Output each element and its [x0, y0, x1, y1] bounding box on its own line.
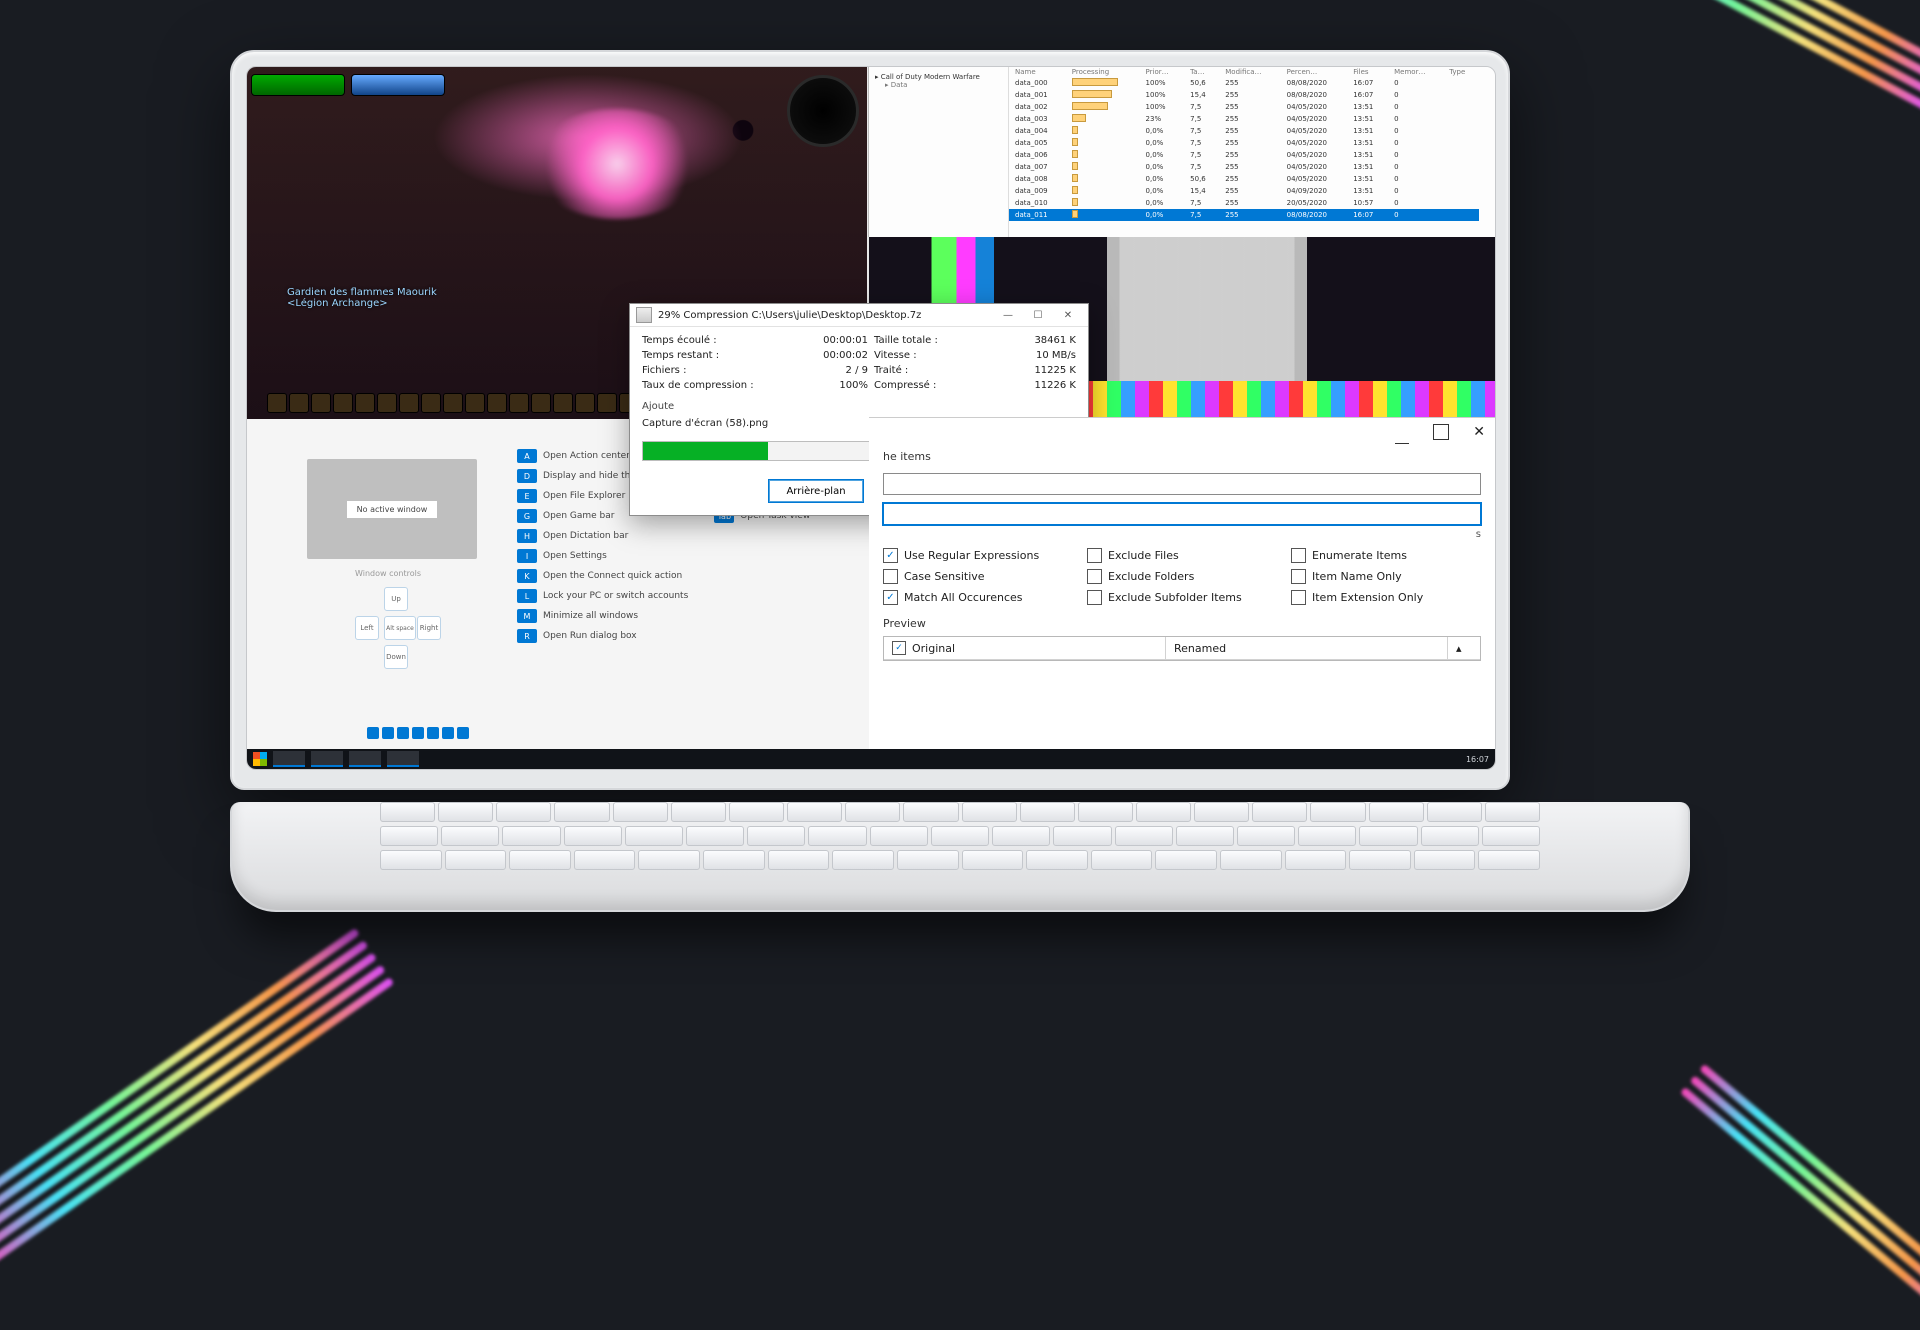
minimap	[787, 75, 859, 147]
laptop-base	[230, 802, 1690, 912]
maximize-button[interactable]: ☐	[1024, 306, 1052, 324]
col-original[interactable]: ✓Original	[884, 637, 1166, 659]
options-grid: Use Regular Expressions Exclude Files En…	[869, 540, 1495, 609]
decorative-streak	[0, 922, 398, 1276]
shortcut-item: IOpen Settings	[517, 549, 688, 563]
opt-name-only[interactable]: Item Name Only	[1291, 569, 1481, 584]
close-button[interactable]: ✕	[1054, 306, 1082, 324]
folder-tree[interactable]: ▸ Call of Duty Modern Warfare ▸ Data	[869, 67, 1009, 237]
task-button[interactable]	[311, 751, 343, 767]
opt-regex[interactable]: Use Regular Expressions	[883, 548, 1073, 563]
window-controls[interactable]: ✕	[869, 418, 1495, 446]
window-preview: No active window	[307, 459, 477, 559]
opt-exclude-folders[interactable]: Exclude Folders	[1087, 569, 1277, 584]
scroll-up[interactable]: ▴	[1448, 637, 1480, 659]
process-table[interactable]: NameProcessingPrior…Ta…Modifica…Percen…F…	[1009, 67, 1479, 221]
opt-case-sensitive[interactable]: Case Sensitive	[883, 569, 1073, 584]
task-button[interactable]	[387, 751, 419, 767]
search-input[interactable]	[883, 473, 1481, 495]
minimize-button[interactable]: —	[994, 306, 1022, 324]
opt-exclude-files[interactable]: Exclude Files	[1087, 548, 1277, 563]
shortcut-item: ROpen Run dialog box	[517, 629, 688, 643]
shortcut-item: MMinimize all windows	[517, 609, 688, 623]
target-frame	[351, 74, 445, 96]
minimize-icon[interactable]	[1395, 429, 1409, 444]
preview-table[interactable]: ✓Original Renamed ▴	[883, 636, 1481, 661]
window-controls-label: Window controls	[355, 569, 421, 578]
taskbar[interactable]: 16:07	[247, 749, 1495, 769]
mini-taskbar-icons	[367, 727, 469, 739]
dialog-titlebar[interactable]: 29% Compression C:\Users\julie\Desktop\D…	[630, 304, 1088, 327]
start-button[interactable]	[253, 752, 267, 766]
maximize-icon[interactable]	[1433, 424, 1449, 440]
status-label: Ajoute	[642, 401, 1076, 412]
task-button[interactable]	[273, 751, 305, 767]
dialog-title: 29% Compression C:\Users\julie\Desktop\D…	[658, 310, 921, 321]
npc-nameplate: Gardien des flammes Maourik <Légion Arch…	[287, 287, 437, 309]
shortcut-item: LLock your PC or switch accounts	[517, 589, 688, 603]
laptop-mockup: Gardien des flammes Maourik <Légion Arch…	[230, 50, 1690, 912]
hint-text: he items	[883, 450, 931, 463]
task-manager-window[interactable]: ▸ Call of Duty Modern Warfare ▸ Data Nam…	[868, 67, 1495, 237]
trailing-char: s	[869, 529, 1495, 540]
replace-input[interactable]	[883, 503, 1481, 525]
opt-exclude-subfolder[interactable]: Exclude Subfolder Items	[1087, 590, 1277, 605]
dpad: Up Left Alt space Right Down	[355, 587, 435, 667]
background-button[interactable]: Arrière-plan	[768, 479, 864, 503]
desktop: Gardien des flammes Maourik <Légion Arch…	[247, 67, 1495, 769]
col-renamed[interactable]: Renamed	[1166, 637, 1448, 659]
decorative-streak	[1675, 1058, 1920, 1329]
keyboard	[380, 802, 1540, 868]
close-icon[interactable]: ✕	[1473, 424, 1485, 440]
power-rename-window[interactable]: ✕ he items s Use Regular Expressions Exc…	[869, 417, 1495, 749]
shortcut-item: KOpen the Connect quick action	[517, 569, 688, 583]
sevenzip-icon	[636, 307, 652, 323]
shortcut-item: HOpen Dictation bar	[517, 529, 688, 543]
progress-stats: Temps écoulé :00:00:01Taille totale :384…	[642, 335, 1076, 391]
player-health-bar	[251, 74, 345, 96]
opt-enumerate[interactable]: Enumerate Items	[1291, 548, 1481, 563]
task-button[interactable]	[349, 751, 381, 767]
system-tray[interactable]: 16:07	[1466, 755, 1489, 764]
opt-extension-only[interactable]: Item Extension Only	[1291, 590, 1481, 605]
preview-label: Preview	[869, 609, 1495, 630]
opt-match-all[interactable]: Match All Occurences	[883, 590, 1073, 605]
